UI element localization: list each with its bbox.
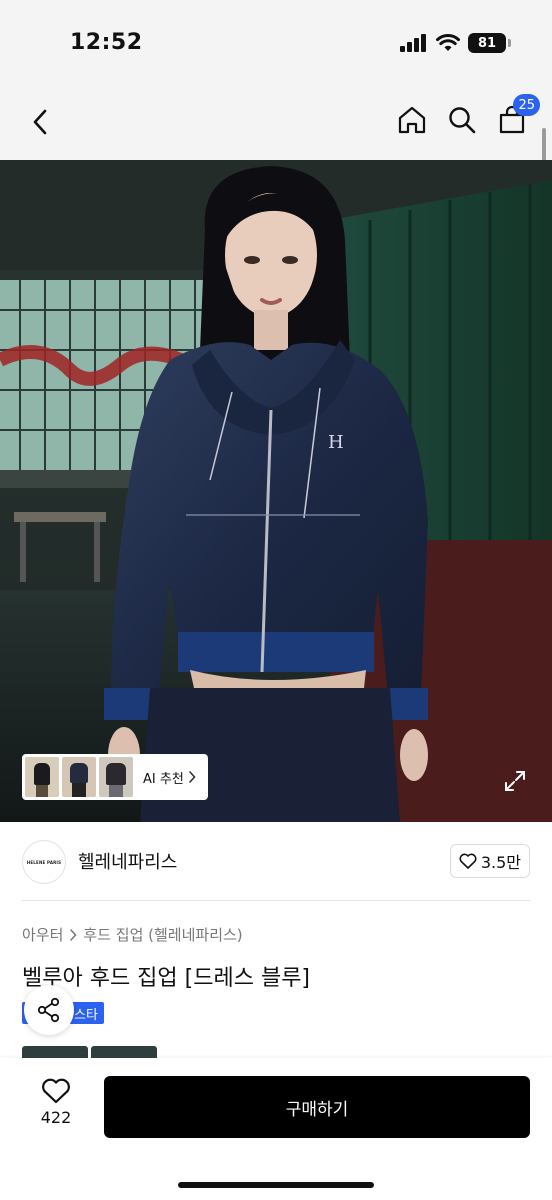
battery-icon: 81 bbox=[468, 33, 511, 53]
status-icons: 81 bbox=[400, 33, 511, 53]
wifi-icon bbox=[436, 34, 460, 51]
signal-icon bbox=[400, 34, 426, 52]
wishlist-count: 422 bbox=[40, 1108, 72, 1127]
share-icon bbox=[37, 997, 60, 1023]
brand-like-count: 3.5만 bbox=[480, 853, 521, 872]
expand-image-button[interactable] bbox=[502, 768, 528, 794]
brand-like-button[interactable]: 3.5만 bbox=[449, 844, 530, 878]
svg-text:H: H bbox=[328, 432, 344, 453]
status-time: 12:52 bbox=[70, 30, 143, 55]
brand-logo-text: HELENE PARIS bbox=[26, 859, 62, 865]
share-button[interactable] bbox=[24, 985, 74, 1035]
heart-icon bbox=[459, 853, 477, 869]
recommend-thumb[interactable] bbox=[62, 757, 96, 797]
wishlist-button[interactable]: 422 bbox=[28, 1078, 84, 1138]
home-icon bbox=[398, 106, 426, 134]
search-icon bbox=[449, 107, 476, 134]
status-bar: 12:52 81 bbox=[0, 0, 552, 90]
heart-icon bbox=[42, 1078, 70, 1104]
expand-icon bbox=[505, 771, 525, 791]
ai-recommend-strip[interactable]: AI 추천 bbox=[22, 754, 208, 800]
home-button[interactable] bbox=[394, 102, 430, 138]
cart-count-badge: 25 bbox=[513, 94, 540, 116]
ai-recommend-label: AI 추천 bbox=[143, 771, 184, 787]
nav-actions: 25 bbox=[394, 94, 540, 138]
recommend-thumb[interactable] bbox=[25, 757, 59, 797]
search-button[interactable] bbox=[444, 102, 480, 138]
chevron-right-icon bbox=[188, 771, 196, 783]
chevron-left-icon bbox=[33, 109, 47, 135]
product-image[interactable]: H AI 추천 bbox=[0, 160, 552, 822]
cart-button[interactable]: 25 bbox=[494, 94, 540, 138]
breadcrumb: 아우터 후드 집업 (헬레네파리스) bbox=[22, 924, 243, 945]
product-title: 벨루아 후드 집업 [드레스 블루] bbox=[22, 966, 311, 991]
buy-button[interactable]: 구매하기 bbox=[104, 1076, 530, 1138]
brand-logo[interactable]: HELENE PARIS bbox=[22, 840, 66, 884]
breadcrumb-subcategory[interactable]: 후드 집업 (헬레네파리스) bbox=[83, 924, 242, 945]
chevron-right-icon bbox=[70, 928, 77, 941]
nav-bar: 25 bbox=[0, 90, 552, 160]
ai-recommend-button[interactable]: AI 추천 bbox=[143, 768, 196, 787]
home-indicator bbox=[178, 1182, 374, 1188]
divider bbox=[22, 900, 530, 901]
breadcrumb-category[interactable]: 아우터 bbox=[22, 924, 63, 945]
back-button[interactable] bbox=[22, 104, 58, 140]
brand-name[interactable]: 헬레네파리스 bbox=[78, 848, 177, 874]
product-photo: H bbox=[0, 160, 552, 822]
recommend-thumb[interactable] bbox=[99, 757, 133, 797]
brand-row[interactable]: HELENE PARIS 헬레네파리스 3.5만 bbox=[22, 838, 530, 886]
bottom-action-bar: 422 구매하기 bbox=[0, 1058, 552, 1200]
